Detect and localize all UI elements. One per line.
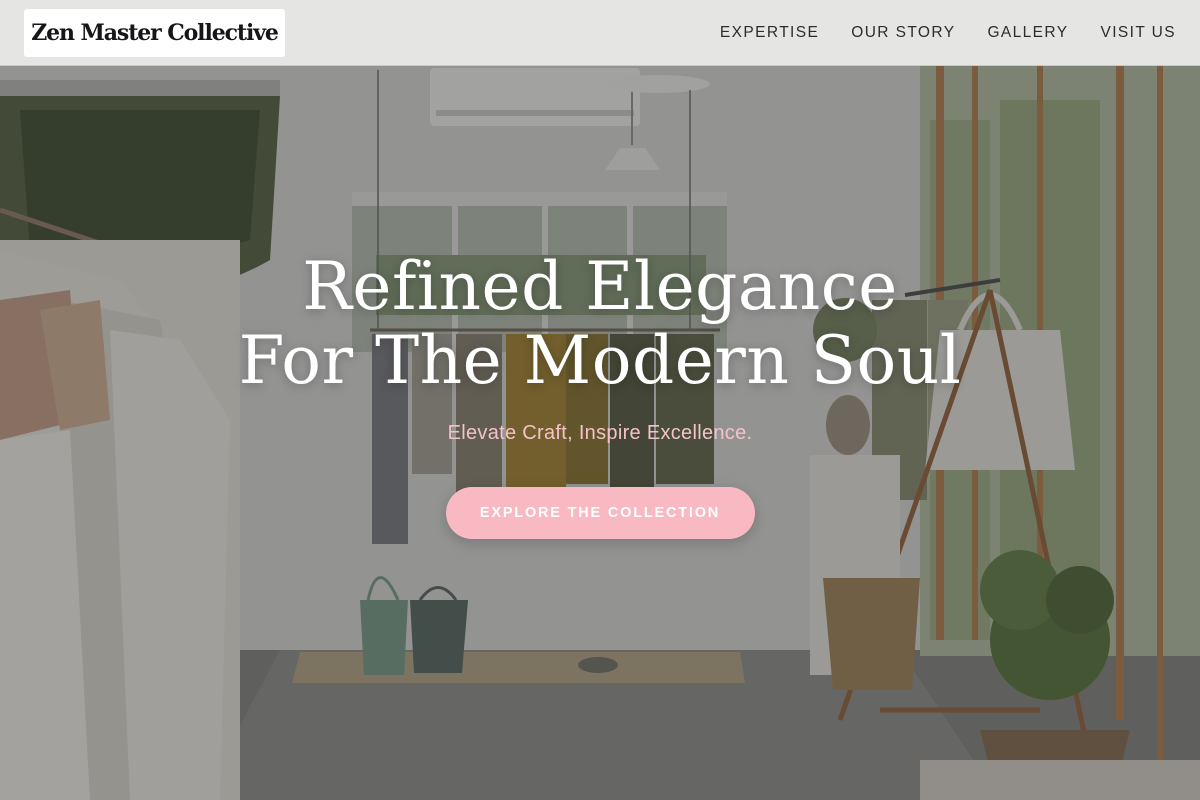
hero-headline: Refined Elegance For The Modern Soul xyxy=(0,250,1200,398)
nav-link-expertise[interactable]: EXPERTISE xyxy=(720,24,819,42)
hero-content: Refined Elegance For The Modern Soul Ele… xyxy=(0,250,1200,539)
headline-line-2: For The Modern Soul xyxy=(238,322,962,399)
brand-logo[interactable]: Zen Master Collective xyxy=(24,8,285,57)
main-nav: EXPERTISE OUR STORY GALLERY VISIT US xyxy=(720,24,1176,42)
explore-collection-button[interactable]: EXPLORE THE COLLECTION xyxy=(445,487,755,539)
nav-link-gallery[interactable]: GALLERY xyxy=(987,24,1068,42)
brand-name: Zen Master Collective xyxy=(31,19,279,46)
headline-line-1: Refined Elegance xyxy=(302,248,898,325)
cta-wrapper: EXPLORE THE COLLECTION xyxy=(0,487,1200,539)
hero-tagline: Elevate Craft, Inspire Excellence. xyxy=(447,422,753,444)
nav-link-visit-us[interactable]: VISIT US xyxy=(1100,24,1176,42)
site-header: Zen Master Collective EXPERTISE OUR STOR… xyxy=(0,0,1200,66)
nav-link-our-story[interactable]: OUR STORY xyxy=(851,24,955,42)
